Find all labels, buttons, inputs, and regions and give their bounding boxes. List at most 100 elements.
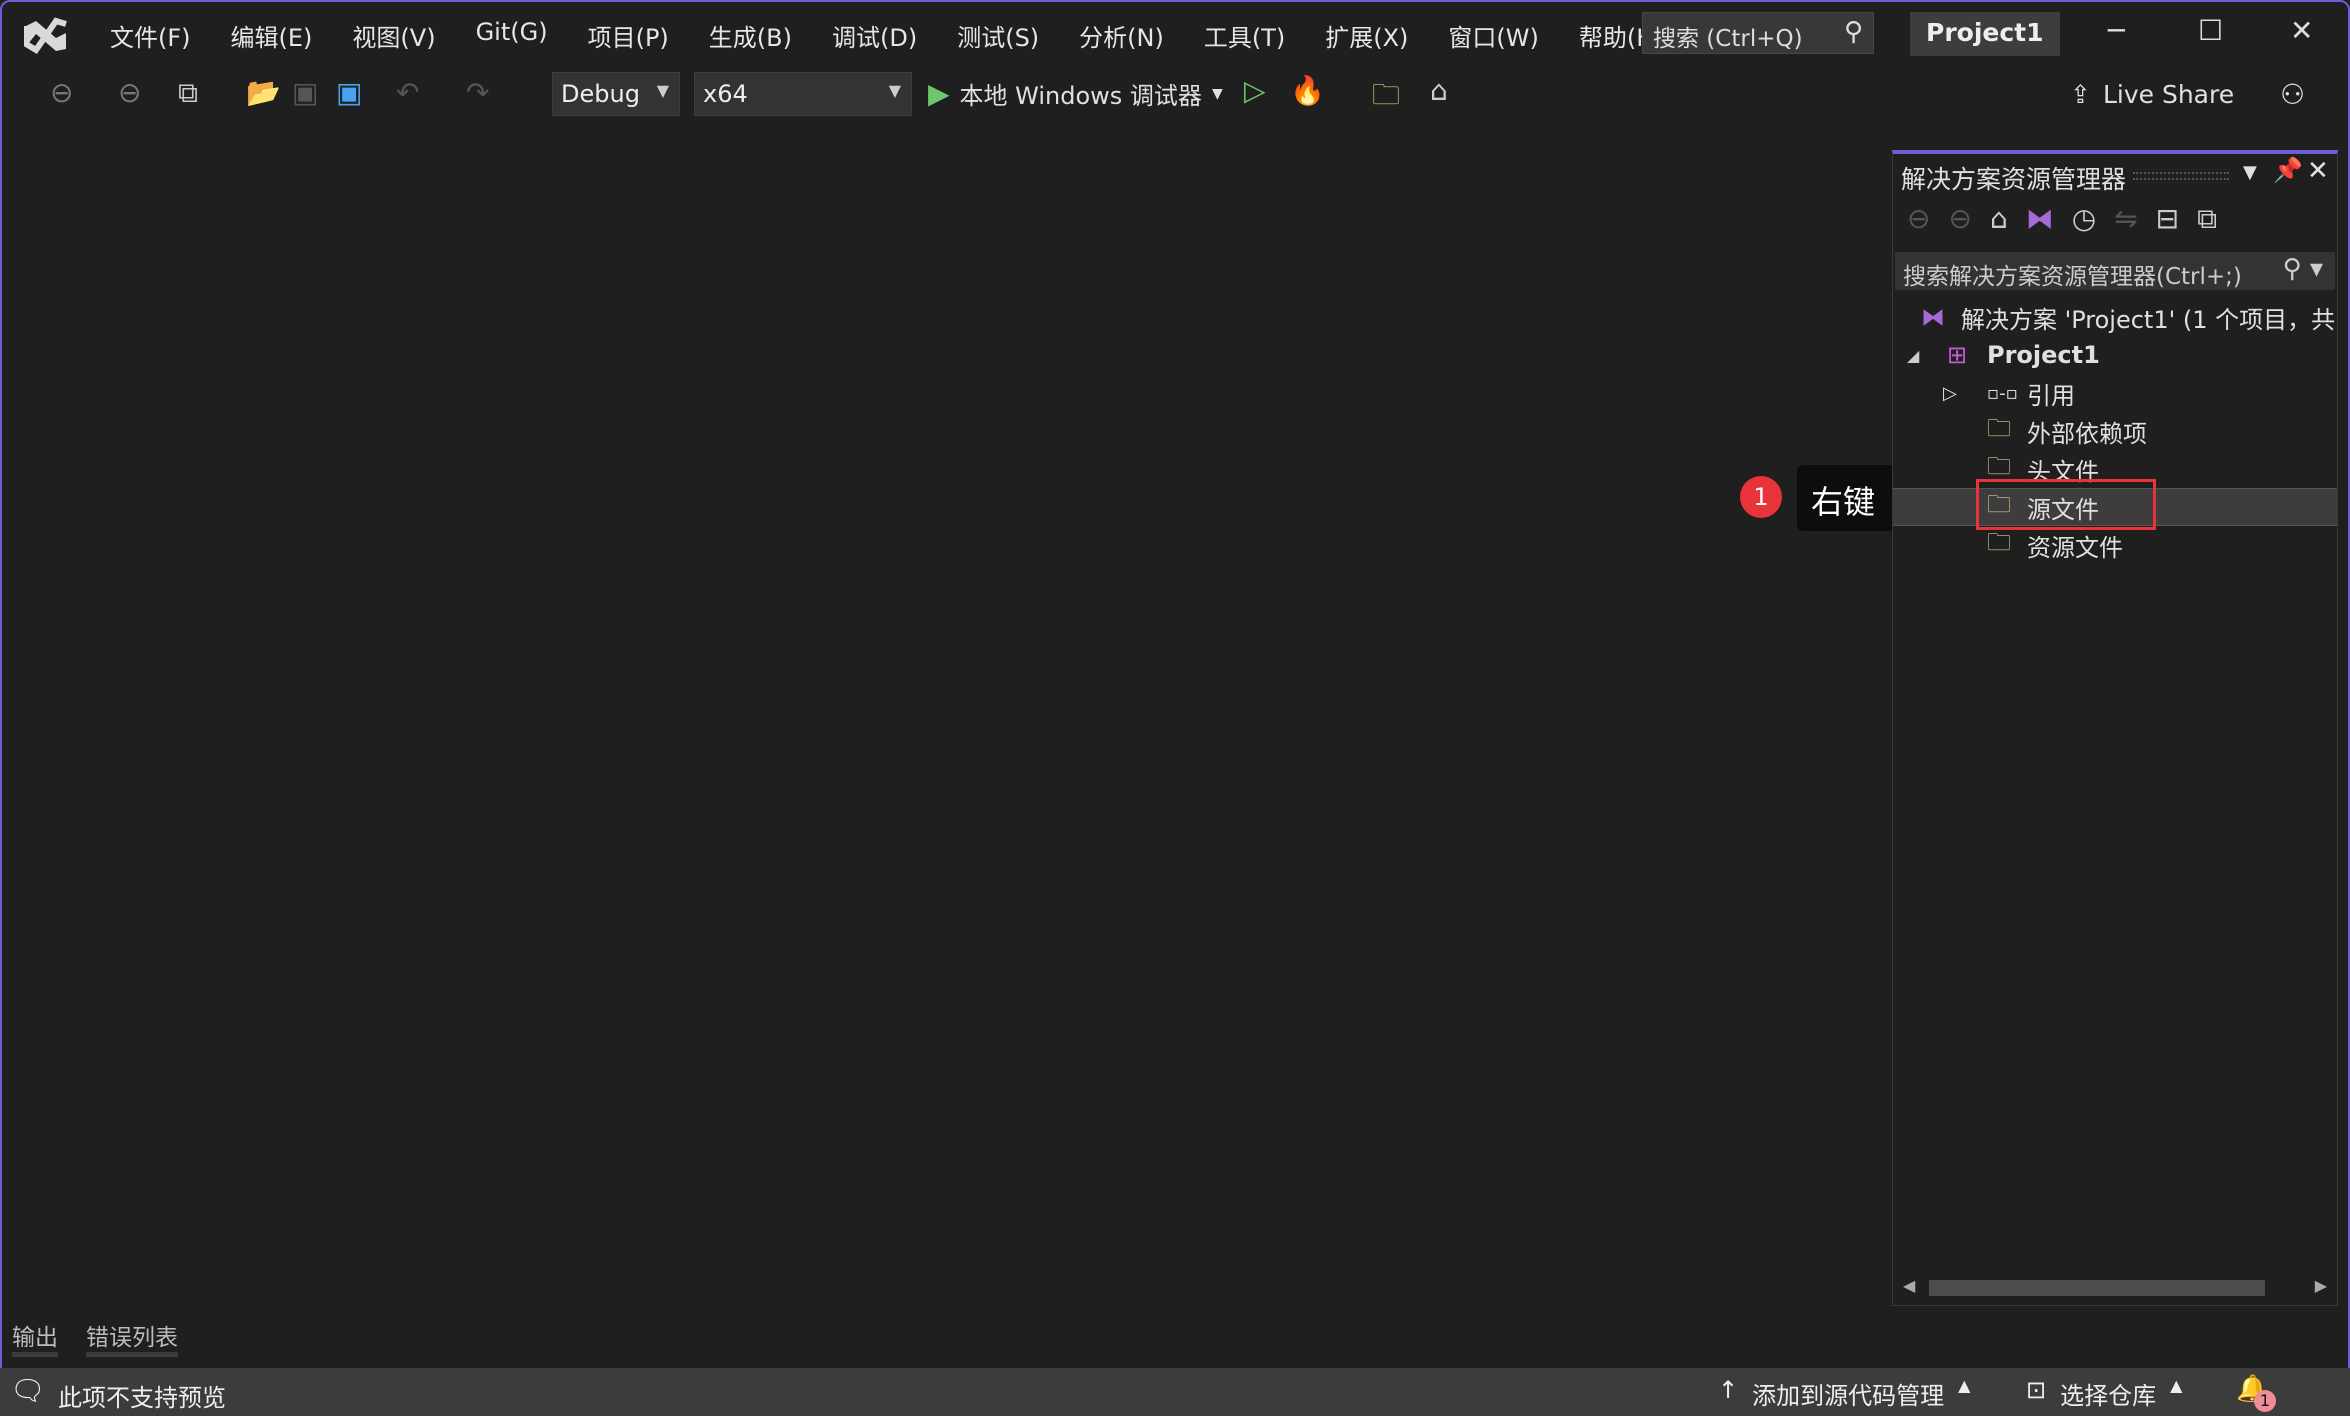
search-icon: ⚲ ▾ bbox=[2282, 254, 2323, 284]
repository-icon: ⊡ bbox=[2026, 1376, 2047, 1404]
open-folder-icon[interactable]: 📂 bbox=[246, 76, 281, 109]
menu-analyze[interactable]: 分析(N) bbox=[1059, 14, 1184, 57]
search-icon: ⚲ bbox=[1843, 17, 1863, 47]
close-button[interactable]: ✕ bbox=[2290, 14, 2313, 47]
chevron-down-icon: ▼ bbox=[1211, 85, 1223, 102]
start-debugging-button[interactable]: ▶ 本地 Windows 调试器 ▼ bbox=[928, 76, 1223, 111]
back-icon[interactable]: ⊖ bbox=[1907, 202, 1930, 236]
chevron-down-icon: ▼ bbox=[656, 81, 669, 100]
source-control-label: 添加到源代码管理 bbox=[1752, 1382, 1945, 1410]
close-panel-icon[interactable]: ✕ bbox=[2307, 156, 2329, 186]
highlight-box bbox=[1976, 479, 2156, 530]
play-icon: ▶ bbox=[928, 77, 950, 110]
annotation-step-badge: 1 bbox=[1740, 476, 1782, 518]
save-all-icon[interactable]: ▣ bbox=[336, 76, 362, 109]
new-item-icon[interactable]: ⧉ bbox=[178, 76, 198, 110]
maximize-button[interactable]: ☐ bbox=[2198, 14, 2223, 47]
tree-item-resource-files[interactable]: 🗀 资源文件 bbox=[1893, 526, 2337, 564]
menu-tools[interactable]: 工具(T) bbox=[1184, 14, 1305, 57]
scroll-left-icon[interactable]: ◀ bbox=[1903, 1276, 1915, 1295]
back-icon[interactable]: ⊖ bbox=[50, 76, 73, 109]
panel-title: 解决方案资源管理器 bbox=[1901, 165, 2127, 194]
menu-bar: 文件(F) 编辑(E) 视图(V) Git(G) 项目(P) 生成(B) 调试(… bbox=[90, 14, 1684, 57]
redo-icon[interactable]: ↷ bbox=[466, 76, 489, 109]
select-repository-button[interactable]: ⊡ 选择仓库 ▲ bbox=[2026, 1376, 2182, 1411]
solution-icon: ⧓ bbox=[1921, 303, 1945, 331]
hot-reload-icon[interactable]: 🔥 bbox=[1290, 74, 1325, 107]
collapsed-arrow-icon[interactable]: ▷ bbox=[1943, 383, 1987, 404]
save-icon[interactable]: ▣ bbox=[292, 76, 318, 109]
repository-label: 选择仓库 bbox=[2060, 1382, 2157, 1410]
menu-debug[interactable]: 调试(D) bbox=[812, 14, 937, 57]
project-icon: ⊞ bbox=[1947, 341, 1968, 369]
tree-item-label: 外部依赖项 bbox=[2027, 419, 2147, 448]
platform-value: x64 bbox=[703, 80, 748, 108]
minimize-button[interactable]: ─ bbox=[2108, 14, 2125, 47]
chevron-up-icon: ▲ bbox=[1958, 1376, 1971, 1395]
run-label: 本地 Windows 调试器 bbox=[959, 82, 1202, 110]
external-deps-folder-icon: 🗀 bbox=[1987, 413, 2011, 442]
reference-icon: ▫-▫ bbox=[1987, 382, 2018, 404]
sync-icon[interactable]: ⇋ bbox=[2114, 202, 2137, 236]
tree-item-project[interactable]: ◢ ⊞ Project1 bbox=[1893, 336, 2337, 374]
configuration-dropdown[interactable]: Debug ▼ bbox=[552, 72, 680, 116]
add-to-source-control-button[interactable]: ↑ 添加到源代码管理 ▲ bbox=[1718, 1376, 1970, 1411]
tree-item-label: 资源文件 bbox=[2027, 533, 2123, 562]
tree-item-solution[interactable]: ⧓ 解决方案 'Project1' (1 个项目，共 bbox=[1893, 298, 2337, 336]
menu-build[interactable]: 生成(B) bbox=[689, 14, 812, 57]
panel-toolbar: ⊖ ⊖ ⌂ ⧓ ◷ ⇋ ⊟ ⧉ bbox=[1907, 202, 2217, 236]
visual-studio-logo-icon bbox=[24, 17, 67, 55]
comment-icon: 🗨 bbox=[10, 1374, 46, 1407]
drag-grip[interactable] bbox=[2133, 172, 2229, 180]
switch-views-icon[interactable]: ⧓ bbox=[2026, 202, 2054, 236]
tree-item-references[interactable]: ▷ ▫-▫ 引用 bbox=[1893, 374, 2337, 412]
home-icon[interactable]: ⌂ bbox=[1990, 202, 2008, 236]
collapse-all-icon[interactable]: ⊟ bbox=[2156, 202, 2179, 236]
notifications-button[interactable]: 🔔 1 bbox=[2236, 1374, 2276, 1412]
panel-menu-icon[interactable]: ▼ bbox=[2243, 162, 2257, 183]
menu-test[interactable]: 测试(S) bbox=[937, 14, 1059, 57]
menu-project[interactable]: 项目(P) bbox=[568, 14, 689, 57]
solution-explorer-panel: 解决方案资源管理器 ▼ 📌 ✕ ⊖ ⊖ ⌂ ⧓ ◷ ⇋ ⊟ ⧉ 搜索解决方案资源管理器(Ctr… bbox=[1892, 150, 2338, 1306]
tab-error-list[interactable]: 错误列表 bbox=[86, 1318, 178, 1357]
forward-icon[interactable]: ⊖ bbox=[118, 76, 141, 109]
undo-icon[interactable]: ↶ bbox=[396, 76, 419, 109]
menu-view[interactable]: 视图(V) bbox=[332, 14, 455, 57]
tree-item-label: 解决方案 'Project1' (1 个项目，共 bbox=[1961, 305, 2336, 334]
start-without-debugging-icon[interactable]: ▷ bbox=[1244, 74, 1266, 107]
arrow-up-icon: ↑ bbox=[1718, 1376, 1739, 1404]
live-share-label: Live Share bbox=[2102, 80, 2235, 109]
chevron-down-icon: ▼ bbox=[888, 81, 901, 100]
project-badge: Project1 bbox=[1910, 12, 2060, 56]
show-all-files-icon[interactable]: ⧉ bbox=[2197, 202, 2217, 236]
menu-git[interactable]: Git(G) bbox=[456, 14, 568, 57]
platform-dropdown[interactable]: x64 ▼ bbox=[694, 72, 912, 116]
expanded-arrow-icon[interactable]: ◢ bbox=[1907, 346, 1947, 365]
layout-icon[interactable]: ⌂ bbox=[1430, 74, 1448, 107]
menu-file[interactable]: 文件(F) bbox=[90, 14, 211, 57]
menu-window[interactable]: 窗口(W) bbox=[1428, 14, 1558, 57]
tree-item-external-deps[interactable]: 🗀 外部依赖项 bbox=[1893, 412, 2337, 450]
scroll-right-icon[interactable]: ▶ bbox=[2315, 1276, 2327, 1295]
menu-extensions[interactable]: 扩展(X) bbox=[1305, 14, 1428, 57]
notification-count: 1 bbox=[2254, 1390, 2276, 1412]
folder-search-icon[interactable]: 🗀 bbox=[1372, 74, 1400, 122]
filter-folder-icon: 🗀 bbox=[1987, 527, 2011, 556]
horizontal-scrollbar[interactable]: ◀ ▶ bbox=[1903, 1276, 2327, 1300]
chevron-up-icon: ▲ bbox=[2170, 1376, 2183, 1395]
global-search-input[interactable]: 搜索 (Ctrl+Q) ⚲ bbox=[1642, 12, 1874, 54]
scrollbar-thumb[interactable] bbox=[1929, 1280, 2265, 1296]
configuration-value: Debug bbox=[561, 80, 640, 108]
pending-changes-filter-icon[interactable]: ◷ bbox=[2072, 202, 2096, 236]
menu-edit[interactable]: 编辑(E) bbox=[211, 14, 333, 57]
pin-icon[interactable]: 📌 bbox=[2273, 156, 2303, 184]
solution-search-input[interactable]: 搜索解决方案资源管理器(Ctrl+;) ⚲ ▾ bbox=[1895, 252, 2335, 290]
search-placeholder: 搜索解决方案资源管理器(Ctrl+;) bbox=[1903, 264, 2242, 290]
feedback-icon[interactable]: ⚇ bbox=[2280, 78, 2305, 111]
tab-output[interactable]: 输出 bbox=[12, 1318, 58, 1357]
share-icon: ⇪ bbox=[2070, 80, 2091, 109]
status-bar: 🗨 此项不支持预览 ↑ 添加到源代码管理 ▲ ⊡ 选择仓库 ▲ 🔔 1 bbox=[0, 1368, 2350, 1416]
live-share-button[interactable]: ⇪ Live Share bbox=[2070, 80, 2234, 109]
tree-item-label: 引用 bbox=[2027, 381, 2075, 410]
forward-icon[interactable]: ⊖ bbox=[1948, 202, 1971, 236]
